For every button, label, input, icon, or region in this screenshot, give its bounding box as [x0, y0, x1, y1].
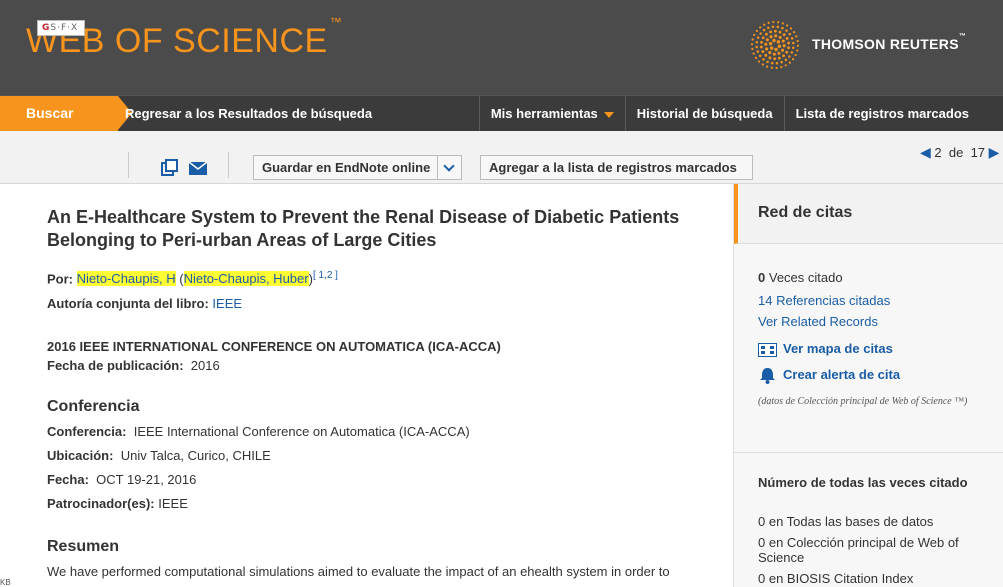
abstract-text: We have performed computational simulati…	[47, 564, 670, 579]
back-to-results-link[interactable]: Regresar a los Resultados de búsqueda	[125, 106, 372, 121]
pager-total: 17	[970, 145, 986, 160]
chevron-down-icon	[603, 111, 614, 118]
author-full-link[interactable]: Nieto-Chaupis, Huber	[183, 271, 309, 287]
chevron-down-icon	[443, 160, 455, 172]
date-line: Fecha: OCT 19-21, 2016	[47, 472, 197, 487]
author-line: Por: Nieto-Chaupis, H (Nieto-Chaupis, Hu…	[47, 270, 338, 287]
cited-references-link[interactable]: 14 Referencias citadas	[758, 293, 890, 308]
pager-current: 2	[934, 145, 942, 160]
conference-heading: Conferencia	[47, 398, 140, 415]
citation-map-link[interactable]: Ver mapa de citas	[758, 341, 893, 357]
all-times-cited-heading: Número de todas las veces citado	[758, 475, 968, 490]
citation-network-header: Red de citas	[734, 184, 1003, 244]
save-options-dropdown[interactable]	[437, 155, 462, 180]
app-header: WEB OF SCIENCE™ THOMSON REUTERS™	[0, 0, 1003, 95]
citation-map-icon	[758, 342, 777, 357]
next-record-icon[interactable]: ▶	[989, 144, 1000, 160]
location-line: Ubicación: Univ Talca, Curico, CHILE	[47, 448, 271, 463]
book-author-link[interactable]: IEEE	[212, 296, 242, 311]
my-tools-menu[interactable]: Mis herramientas	[478, 96, 625, 131]
biosis-count: 0 en BIOSIS Citation Index	[758, 571, 914, 586]
citation-alert-link[interactable]: Crear alerta de cita	[758, 367, 900, 385]
thomson-reuters-logo-icon	[750, 20, 800, 70]
add-to-marked-list-button[interactable]: Agregar a la lista de registros marcados	[480, 155, 753, 180]
citation-network-panel: Red de citas 0 Veces citado 14 Referenci…	[733, 184, 1003, 587]
sfx-link-button[interactable]: GS·F·X	[37, 20, 85, 36]
abstract-heading: Resumen	[47, 538, 120, 555]
book-author-line: Autoría conjunta del libro: IEEE	[47, 296, 243, 311]
status-text: KB	[0, 578, 11, 587]
times-cited: 0 Veces citado	[758, 270, 843, 285]
print-icon[interactable]	[161, 159, 178, 176]
related-records-link[interactable]: Ver Related Records	[758, 314, 878, 329]
conference-line: Conferencia: IEEE International Conferen…	[47, 424, 470, 439]
toolbar-divider	[228, 152, 229, 178]
core-collection-count: 0 en Colección principal de Web of Scien…	[758, 535, 959, 565]
record-title: An E-Healthcare System to Prevent the Re…	[47, 207, 680, 250]
sidebar-divider	[734, 452, 1003, 453]
source-title: 2016 IEEE INTERNATIONAL CONFERENCE ON AU…	[47, 339, 501, 354]
all-databases-count: 0 en Todas las bases de datos	[758, 514, 934, 529]
record-pager: ◀ 2 de 17 ▶	[920, 144, 999, 161]
search-history-link[interactable]: Historial de búsqueda	[624, 96, 784, 131]
save-endnote-button[interactable]: Guardar en EndNote online	[253, 155, 438, 180]
bell-icon	[760, 368, 775, 385]
thomson-reuters-brand: THOMSON REUTERS™	[812, 33, 967, 52]
pager-of: de	[948, 145, 964, 160]
author-link[interactable]: Nieto-Chaupis, H	[76, 271, 176, 287]
main-nav: Buscar Regresar a los Resultados de búsq…	[0, 95, 1003, 131]
sponsor-line: Patrocinador(es): IEEE	[47, 496, 188, 511]
toolbar-divider	[128, 152, 129, 178]
email-icon[interactable]	[189, 162, 207, 175]
previous-record-icon[interactable]: ◀	[920, 144, 931, 160]
author-refs[interactable]: [ 1,2 ]	[313, 270, 338, 281]
citation-source-note: (datos de Colección principal de Web of …	[758, 396, 968, 407]
marked-list-link[interactable]: Lista de registros marcados	[783, 96, 1003, 131]
search-button[interactable]: Buscar	[0, 96, 132, 131]
publication-date-line: Fecha de publicación: 2016	[47, 358, 220, 373]
